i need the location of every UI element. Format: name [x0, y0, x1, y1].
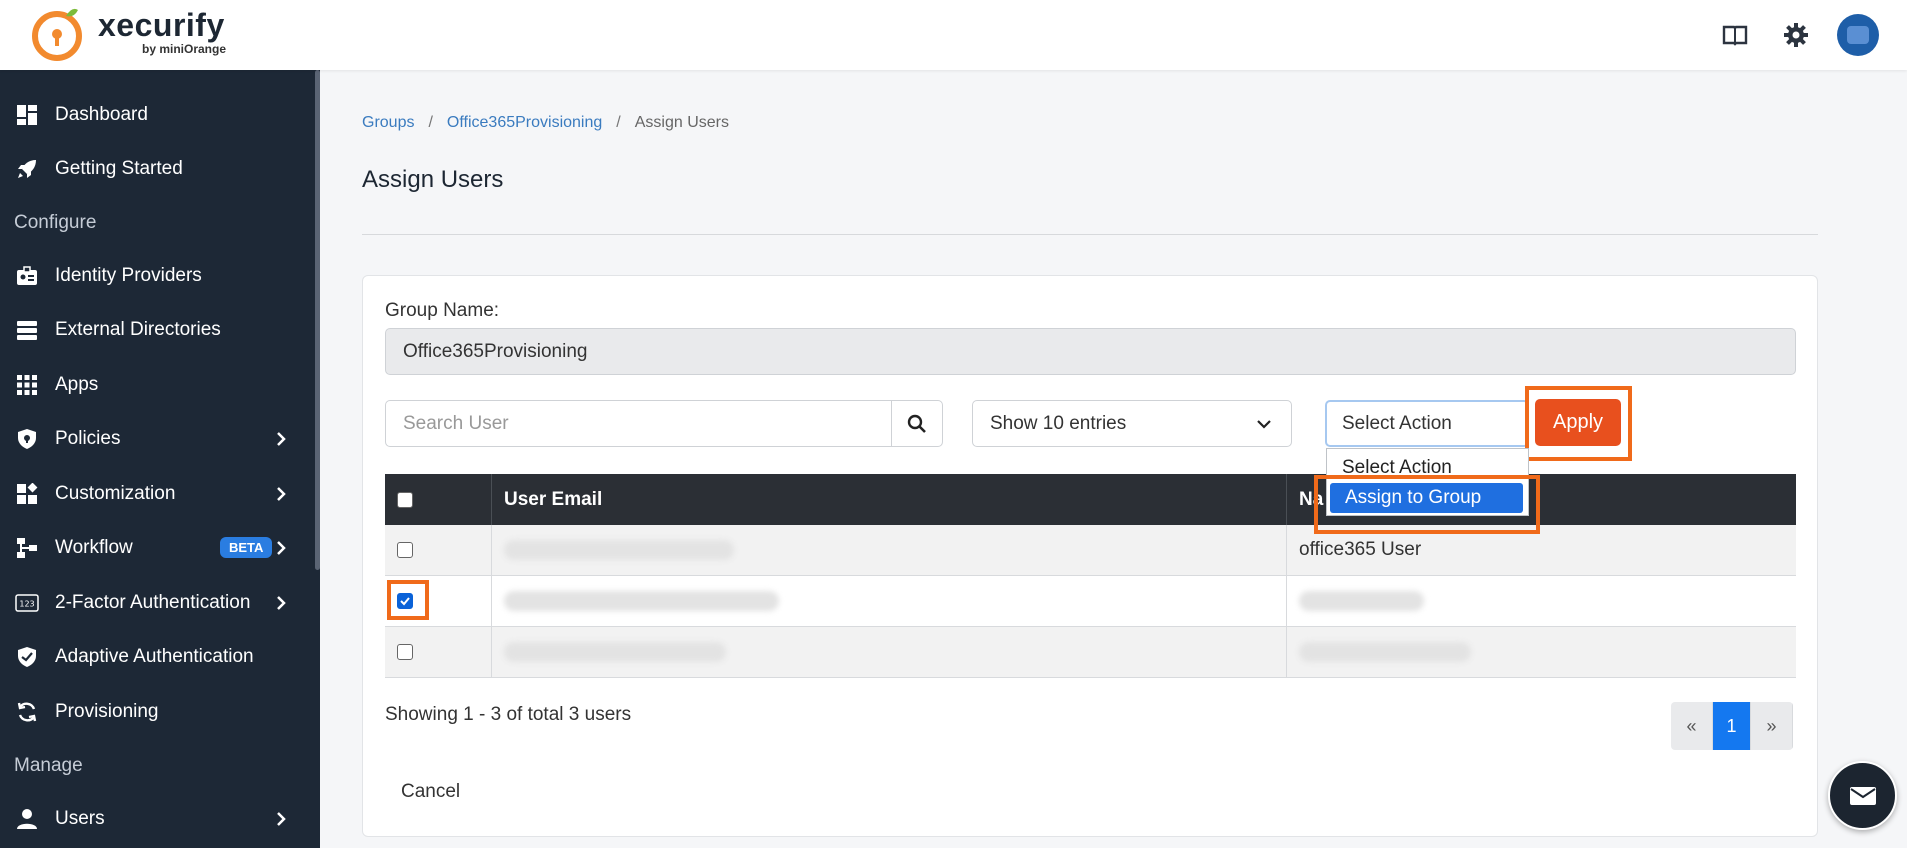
rocket-icon [14, 156, 40, 182]
sidebar-item-label: Identity Providers [55, 265, 202, 286]
mail-icon [1849, 786, 1876, 805]
section-manage: Manage [14, 755, 83, 776]
chevron-right-icon [271, 593, 291, 613]
breadcrumb-group[interactable]: Office365Provisioning [447, 114, 602, 132]
sidebar-item-policies[interactable]: Policies [0, 417, 315, 461]
breadcrumb-groups[interactable]: Groups [362, 114, 414, 132]
table-header: User Email Na [385, 474, 1796, 525]
brand-logo[interactable]: xecurify by miniOrange [28, 4, 226, 62]
breadcrumb: Groups / Office365Provisioning / Assign … [362, 114, 729, 132]
divider [362, 234, 1818, 235]
redacted-name [1299, 642, 1471, 662]
sidebar-item-label: Provisioning [55, 701, 159, 722]
grid-icon [14, 372, 40, 398]
sidebar-item-dashboard[interactable]: Dashboard [0, 93, 315, 137]
column-user-email[interactable]: User Email [492, 474, 1287, 525]
avatar[interactable] [1837, 14, 1879, 56]
sidebar-item-label: 2-Factor Authentication [55, 592, 251, 613]
shield-lock-icon [14, 426, 40, 452]
beta-badge: BETA [220, 537, 273, 558]
dashboard-icon [14, 102, 40, 128]
sidebar-item-label: Workflow [55, 537, 133, 558]
id-badge-icon [14, 263, 40, 289]
users-table: User Email Na office365 User [385, 474, 1796, 678]
sidebar-item-customization[interactable]: Customization [0, 472, 315, 516]
sidebar-item-users[interactable]: Users [0, 797, 315, 841]
cancel-button[interactable]: Cancel [401, 781, 460, 803]
workflow-icon [14, 535, 40, 561]
puzzle-icon [14, 481, 40, 507]
sidebar-item-external-directories[interactable]: External Directories [0, 308, 315, 352]
chat-button[interactable] [1828, 761, 1897, 830]
row-checkbox[interactable] [397, 644, 413, 660]
pager-next[interactable]: » [1751, 702, 1793, 750]
group-name-field: Office365Provisioning [385, 328, 1796, 375]
select-all-checkbox[interactable] [397, 491, 413, 508]
breadcrumb-separator: / [428, 114, 433, 131]
sidebar-item-label: Customization [55, 483, 176, 504]
brand-name: xecurify [98, 7, 225, 43]
assign-users-card: Group Name: Office365Provisioning Search… [362, 275, 1818, 837]
brand-sub: by miniOrange [142, 42, 227, 56]
chevron-right-icon [271, 484, 291, 504]
table-row [385, 627, 1796, 678]
sidebar: Dashboard Getting Started Configure Iden… [0, 70, 320, 848]
top-bar: xecurify by miniOrange [0, 0, 1907, 70]
assign-option-highlight [1314, 475, 1540, 534]
sidebar-item-label: Dashboard [55, 104, 148, 125]
checkbox-highlight [387, 580, 429, 620]
sidebar-item-label: Apps [55, 374, 99, 395]
search-icon [907, 414, 926, 433]
breadcrumb-separator: / [616, 114, 621, 131]
showing-text: Showing 1 - 3 of total 3 users [385, 704, 632, 725]
sidebar-item-apps[interactable]: Apps [0, 363, 315, 407]
redacted-email [504, 591, 779, 611]
entries-value: Show 10 entries [990, 412, 1127, 434]
sidebar-item-2fa[interactable]: 123 2-Factor Authentication [0, 581, 315, 625]
redacted-name [1299, 591, 1424, 611]
table-row: office365 User [385, 525, 1796, 576]
search-button[interactable] [891, 400, 943, 447]
sidebar-item-adaptive-auth[interactable]: Adaptive Authentication [0, 635, 315, 679]
logo-mark-icon [28, 4, 86, 62]
sidebar-item-provisioning[interactable]: Provisioning [0, 690, 315, 734]
chevron-right-icon [271, 809, 291, 829]
gear-icon[interactable] [1776, 15, 1816, 55]
table-row [385, 576, 1796, 627]
sidebar-item-label: Adaptive Authentication [55, 646, 254, 667]
sync-icon [14, 699, 40, 725]
row-checkbox[interactable] [397, 542, 413, 558]
sidebar-scrollbar[interactable] [315, 70, 320, 570]
sidebar-item-workflow[interactable]: Workflow BETA [0, 526, 315, 570]
sidebar-item-label: Getting Started [55, 158, 183, 179]
pager-page-1[interactable]: 1 [1713, 702, 1751, 750]
sidebar-item-label: External Directories [55, 319, 221, 340]
server-icon [14, 317, 40, 343]
section-configure: Configure [14, 212, 97, 233]
pager-prev[interactable]: « [1671, 702, 1713, 750]
chevron-right-icon [271, 429, 291, 449]
pagination: « 1 » [1671, 702, 1793, 750]
entries-select[interactable]: Show 10 entries [972, 400, 1292, 447]
sidebar-item-getting-started[interactable]: Getting Started [0, 147, 315, 191]
action-select[interactable]: Select Action [1325, 400, 1529, 447]
book-icon[interactable] [1715, 15, 1755, 55]
select-all-cell [385, 474, 492, 525]
sidebar-item-label: Users [55, 808, 105, 829]
svg-text:123: 123 [19, 600, 34, 609]
redacted-email [504, 642, 726, 662]
chevron-down-icon [1255, 415, 1273, 439]
search-input[interactable]: Search User [385, 400, 892, 447]
breadcrumb-current: Assign Users [634, 114, 729, 131]
shield-check-icon [14, 644, 40, 670]
sidebar-item-identity-providers[interactable]: Identity Providers [0, 254, 315, 298]
123-icon: 123 [14, 590, 40, 616]
page-title: Assign Users [362, 166, 504, 193]
apply-button[interactable]: Apply [1535, 399, 1621, 446]
group-name-label: Group Name: [385, 300, 500, 321]
user-icon [14, 806, 40, 832]
sidebar-item-label: Policies [55, 428, 121, 449]
chevron-right-icon [271, 538, 291, 558]
redacted-email [504, 540, 734, 560]
